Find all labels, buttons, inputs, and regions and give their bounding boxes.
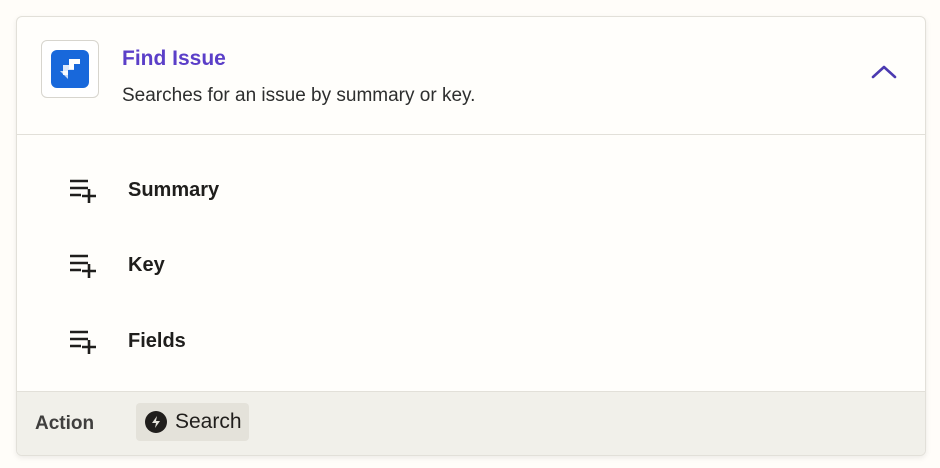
- jira-icon: [51, 50, 89, 88]
- field-row-summary[interactable]: Summary: [17, 168, 925, 212]
- step-type-label: Action: [35, 413, 95, 434]
- chevron-up-icon: [871, 65, 897, 79]
- collapse-button[interactable]: [869, 61, 899, 83]
- step-footer: Action Search: [17, 391, 925, 455]
- field-label: Key: [128, 254, 165, 276]
- action-type-label: Search: [175, 410, 242, 433]
- action-type-chip[interactable]: Search: [136, 403, 249, 441]
- step-title: Find Issue: [122, 47, 226, 70]
- field-row-fields[interactable]: Fields: [17, 319, 925, 363]
- playlist-add-icon: [70, 330, 96, 354]
- bolt-icon: [145, 411, 167, 433]
- field-label: Summary: [128, 179, 220, 201]
- step-header[interactable]: Find Issue Searches for an issue by summ…: [17, 17, 925, 135]
- step-description: Searches for an issue by summary or key.: [122, 85, 476, 106]
- field-label: Fields: [128, 330, 186, 352]
- step-card: Find Issue Searches for an issue by summ…: [16, 16, 926, 456]
- playlist-add-icon: [70, 254, 96, 278]
- playlist-add-icon: [70, 179, 96, 203]
- field-row-key[interactable]: Key: [17, 243, 925, 287]
- app-icon-container: [41, 40, 99, 98]
